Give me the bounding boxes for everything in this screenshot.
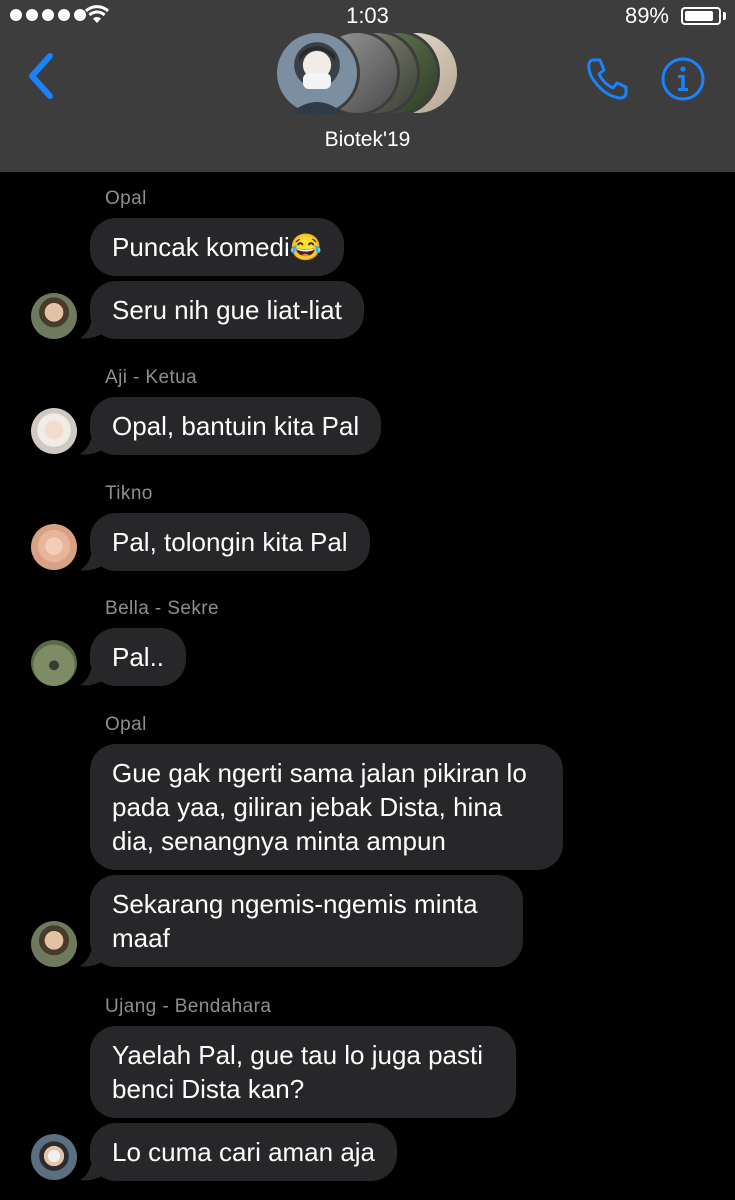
phone-icon[interactable] [583, 54, 631, 102]
battery-icon [681, 7, 721, 25]
avatar[interactable] [31, 640, 77, 686]
bubble-tail [80, 434, 102, 455]
sender-name: Ujang - Bendahara [105, 996, 272, 1017]
battery-percent: 89% [624, 3, 669, 28]
avatar[interactable] [31, 293, 77, 339]
sender-name: Bella - Sekre [105, 598, 219, 619]
sender-name: Opal [105, 714, 147, 735]
message-text: Puncak komedi😂 [112, 232, 323, 262]
message-bubble[interactable]: Pal.. [90, 628, 187, 686]
message-bubble[interactable]: Lo cuma cari aman aja [90, 1123, 398, 1181]
avatar[interactable] [31, 408, 77, 454]
message-text: Lo cuma cari aman aja [112, 1137, 376, 1167]
group-avatar-stack[interactable] [274, 30, 460, 116]
message-text: Sekarang ngemis-ngemis minta maaf [112, 889, 478, 953]
message-bubble[interactable]: Sekarang ngemis-ngemis minta maaf [90, 875, 523, 967]
chat-header: 1:03 89% Biotek'19 [0, 0, 735, 172]
message-bubble[interactable]: Yaelah Pal, gue tau lo juga pasti benci … [90, 1026, 516, 1118]
message-text: Gue gak ngerti sama jalan pikiran lo pad… [112, 758, 527, 856]
bubble-tail [80, 946, 102, 967]
back-chevron-icon[interactable] [22, 50, 62, 102]
message-text: Yaelah Pal, gue tau lo juga pasti benci … [112, 1040, 484, 1104]
group-name[interactable]: Biotek'19 [0, 128, 735, 152]
message-text: Opal, bantuin kita Pal [112, 411, 360, 441]
bubble-tail [80, 550, 102, 571]
message-bubble[interactable]: Seru nih gue liat-liat [90, 281, 364, 339]
message-bubble[interactable]: Opal, bantuin kita Pal [90, 397, 382, 455]
bubble-tail [80, 665, 102, 686]
info-icon[interactable] [660, 56, 706, 102]
message-bubble[interactable]: Puncak komedi😂 [90, 218, 345, 276]
avatar[interactable] [31, 524, 77, 570]
battery-fill [685, 11, 713, 21]
bubble-tail [80, 318, 102, 339]
sender-name: Aji - Ketua [105, 367, 198, 388]
message-text: Pal.. [112, 642, 165, 672]
sender-name: Opal [105, 188, 147, 209]
bubble-tail [80, 1160, 102, 1181]
avatar[interactable] [31, 921, 77, 967]
sender-name: Tikno [105, 483, 153, 504]
message-bubble[interactable]: Pal, tolongin kita Pal [90, 513, 370, 571]
message-text: Pal, tolongin kita Pal [112, 527, 348, 557]
message-bubble[interactable]: Gue gak ngerti sama jalan pikiran lo pad… [90, 744, 563, 870]
status-bar: 1:03 89% [0, 0, 735, 32]
avatar[interactable] [31, 1134, 77, 1180]
message-text: Seru nih gue liat-liat [112, 295, 342, 325]
